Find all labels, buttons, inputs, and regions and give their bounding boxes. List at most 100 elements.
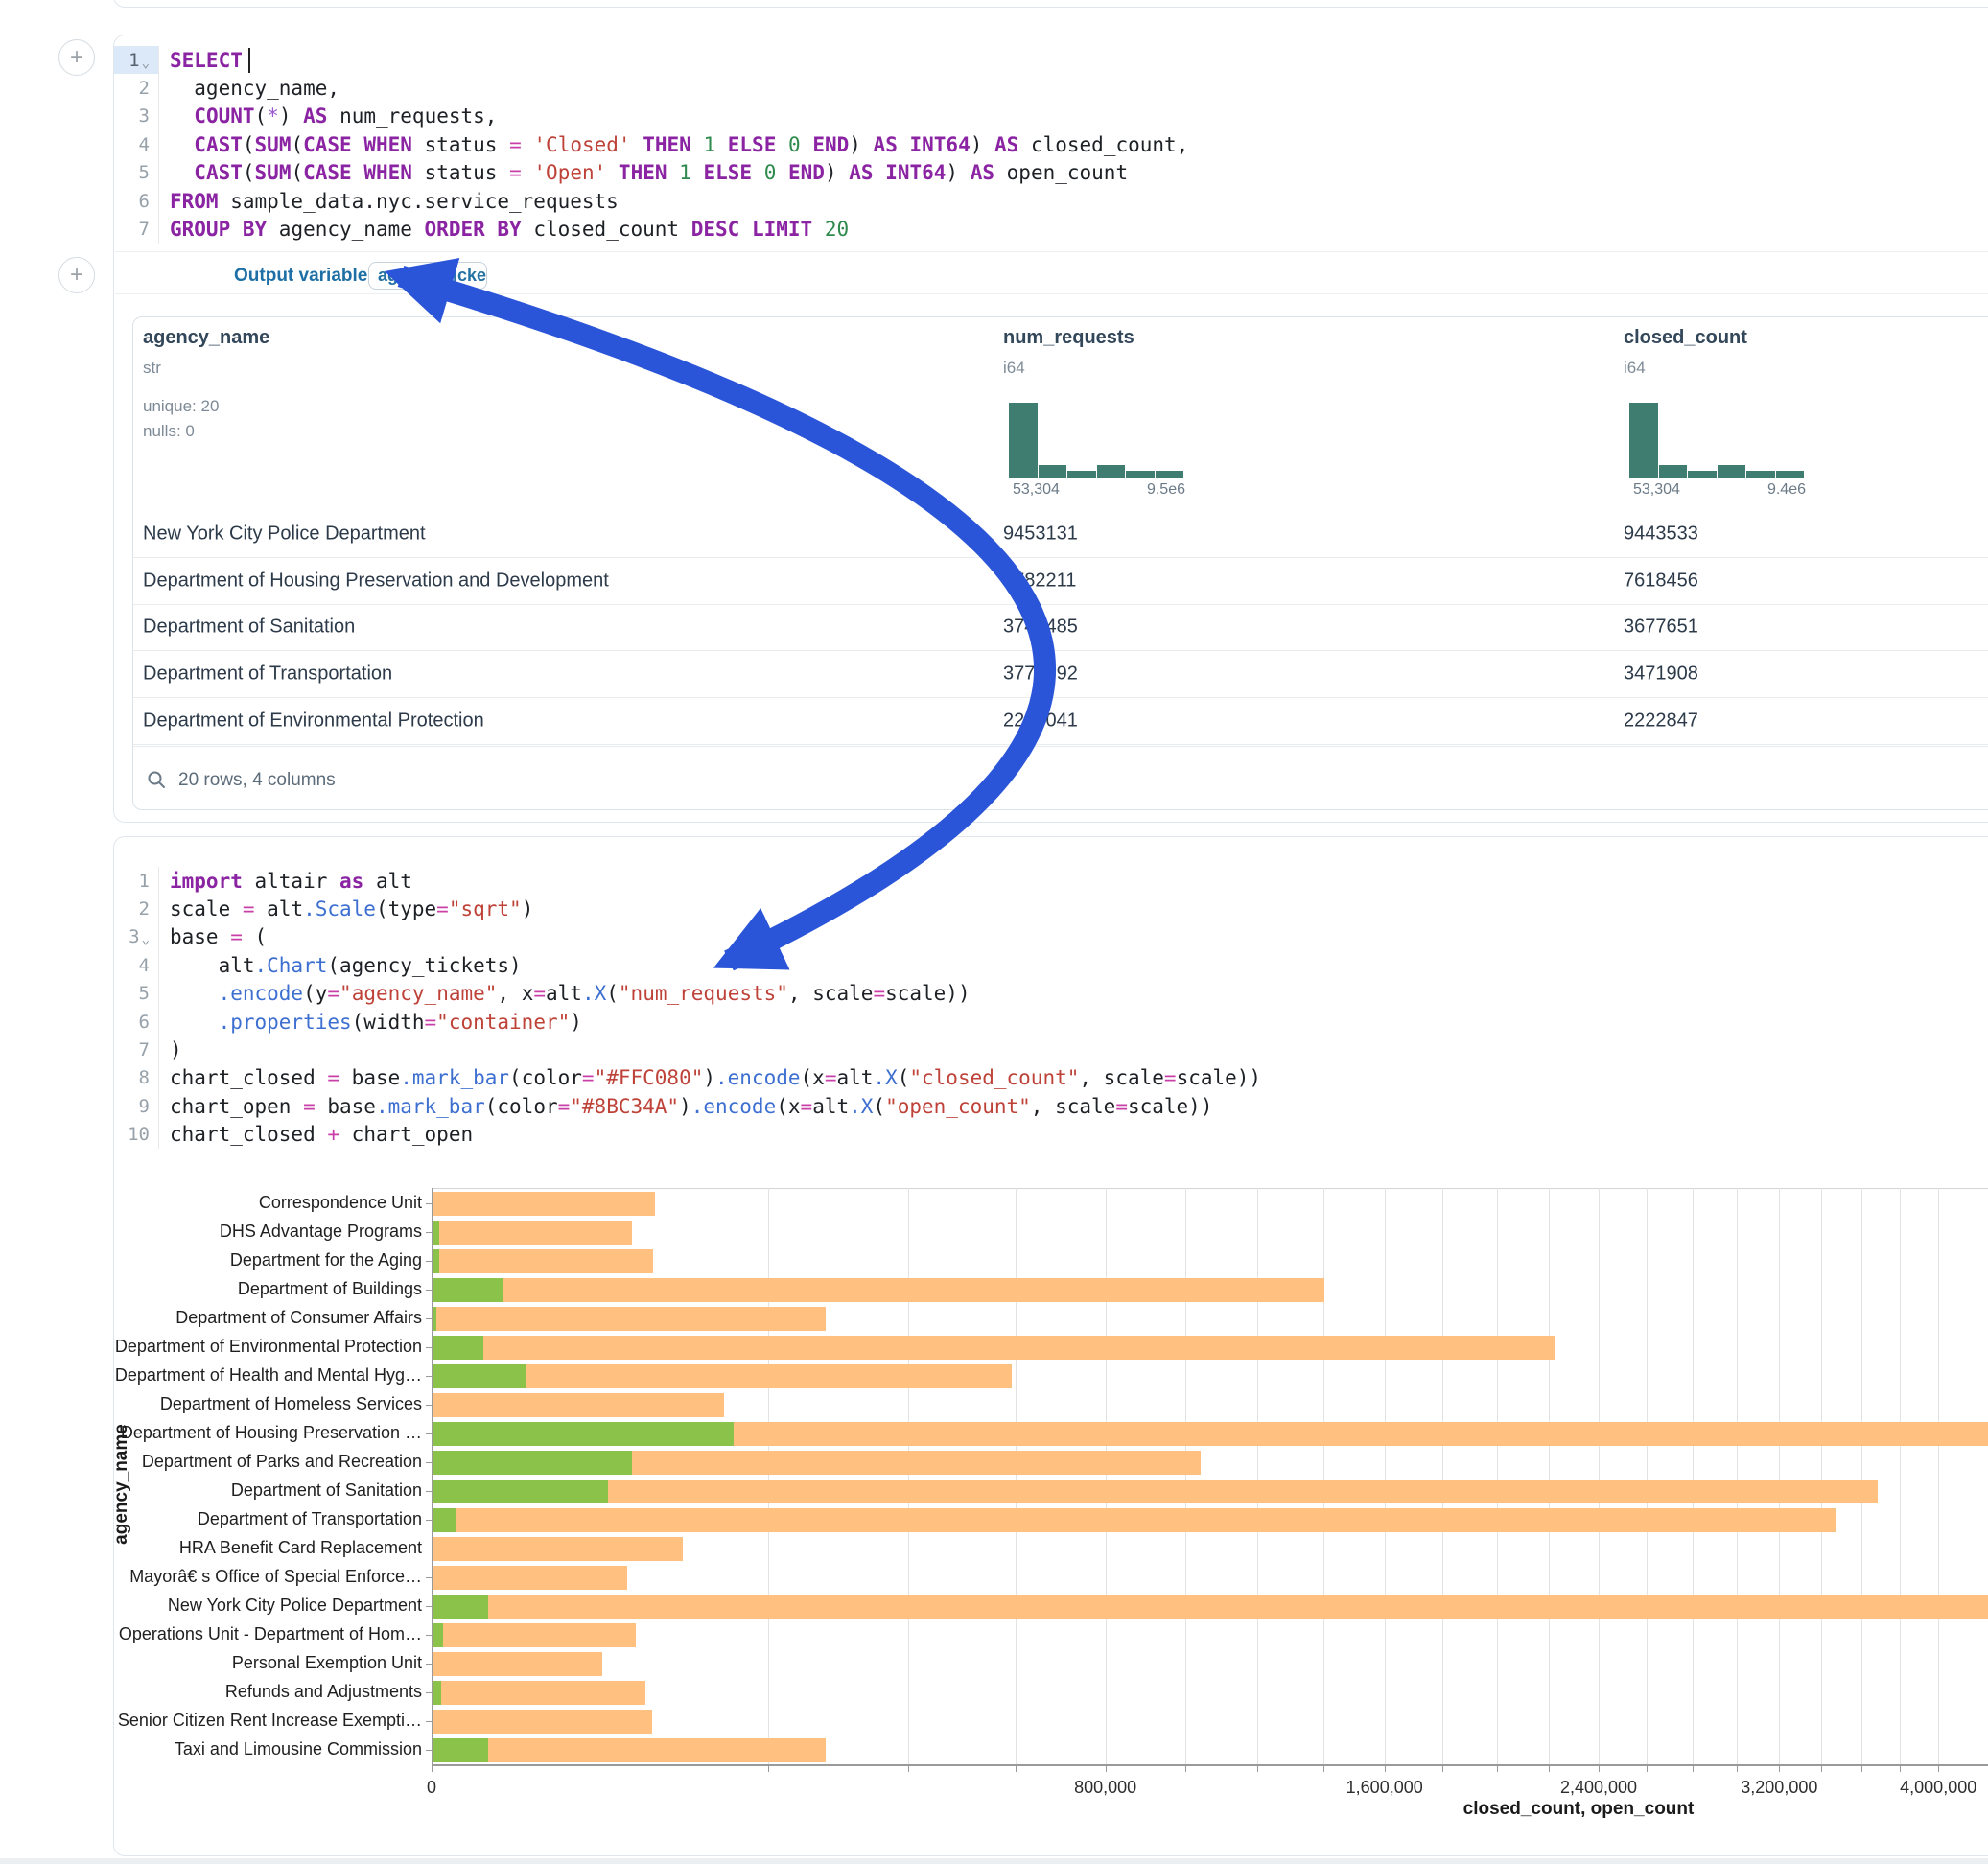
column-header: closed_count [1624,327,1747,349]
table-row[interactable]: Department of Housing Preservation and D… [133,558,1988,605]
bar-closed-count[interactable] [433,1393,724,1417]
code-line[interactable]: 6 .properties(width="container") [114,1008,1936,1036]
bar-open-count[interactable] [433,1738,488,1762]
bar-open-count[interactable] [433,1364,526,1388]
bar-open-count[interactable] [433,1480,608,1503]
line-number: 1 [114,867,158,895]
code-text: COUNT(*) AS num_requests, [158,103,497,130]
code-line[interactable]: 4 alt.Chart(agency_tickets) [114,951,1936,979]
table-cell: 3471908 [1624,664,1698,686]
bar-closed-count[interactable] [433,1221,632,1245]
bar-closed-count[interactable] [433,1681,645,1705]
code-text: chart_open = base.mark_bar(color="#8BC34… [158,1092,1212,1120]
column-type: i64 [1624,359,1646,378]
output-variable-pill[interactable]: agency_tickets [368,262,487,290]
histogram-bar [1097,465,1126,478]
code-text: CAST(SUM(CASE WHEN status = 'Open' THEN … [158,159,1128,187]
code-line[interactable]: 7GROUP BY agency_name ORDER BY closed_co… [114,215,1936,243]
line-number: 4 [114,951,158,979]
bar-closed-count[interactable] [433,1652,602,1676]
bar-closed-count[interactable] [433,1336,1555,1360]
table-row[interactable]: Department of Environmental Protection22… [133,698,1988,745]
fold-chevron-icon[interactable]: ⌄ [142,56,150,71]
histogram-bar [1688,471,1717,478]
code-text: scale = alt.Scale(type="sqrt") [158,895,533,922]
table-cell: 9453131 [1003,523,1078,545]
bar-closed-count[interactable] [433,1710,652,1734]
histogram-max-label: 9.4e6 [1767,481,1806,499]
column-stat: unique: 20 [143,397,219,416]
python-code-editor[interactable]: 1import altair as alt2scale = alt.Scale(… [114,867,1936,1149]
code-line[interactable]: 5 CAST(SUM(CASE WHEN status = 'Open' THE… [114,159,1936,187]
output-variable-label: Output variable: [234,266,374,287]
bar-closed-count[interactable] [433,1192,655,1216]
output-variable-value: agency_tickets [378,266,487,286]
bar-open-count[interactable] [433,1451,632,1475]
code-line[interactable]: 3 COUNT(*) AS num_requests, [114,103,1936,130]
sql-code-editor[interactable]: 1⌄SELECT2 agency_name,3 COUNT(*) AS num_… [114,46,1936,244]
bar-open-count[interactable] [433,1595,488,1619]
bar-open-count[interactable] [433,1221,439,1245]
column-header: num_requests [1003,327,1134,349]
bar-open-count[interactable] [433,1278,503,1302]
code-text: import altair as alt [158,867,412,895]
bar-open-count[interactable] [433,1508,456,1532]
line-number: 6 [114,1008,158,1036]
line-number: 5 [114,159,158,187]
histogram-bar [1126,471,1155,478]
bar-open-count[interactable] [433,1249,439,1273]
cell-gap [0,1858,1988,1864]
code-line[interactable]: 10chart_closed + chart_open [114,1121,1936,1149]
bar-closed-count[interactable] [433,1480,1878,1503]
histogram-bar [1039,465,1067,478]
plus-icon: + [70,262,83,288]
result-table[interactable]: agency_namestrunique: 20nulls: 0num_requ… [132,316,1988,810]
search-icon[interactable] [147,770,166,789]
table-cell: 2222847 [1624,711,1698,733]
add-cell-button-top[interactable]: + [58,39,95,76]
bar-closed-count[interactable] [433,1566,627,1590]
table-row[interactable]: Department of Transportation377489234719… [133,651,1988,698]
bar-open-count[interactable] [433,1681,441,1705]
code-line[interactable]: 1⌄SELECT [114,46,1936,74]
table-cell: 3749485 [1003,617,1078,639]
code-line[interactable]: 5 .encode(y="agency_name", x=alt.X("num_… [114,980,1936,1008]
divider [115,293,1988,294]
bar-closed-count[interactable] [433,1595,1988,1619]
bar-closed-count[interactable] [433,1508,1836,1532]
table-cell: 9443533 [1624,523,1698,545]
bar-open-count[interactable] [433,1422,734,1446]
code-line[interactable]: 4 CAST(SUM(CASE WHEN status = 'Closed' T… [114,130,1936,158]
bar-closed-count[interactable] [433,1307,826,1331]
code-line[interactable]: 8chart_closed = base.mark_bar(color="#FF… [114,1064,1936,1092]
table-row[interactable]: Department of Sanitation37494853677651 [133,605,1988,652]
code-line[interactable]: 2 agency_name, [114,74,1936,102]
bar-closed-count[interactable] [433,1738,826,1762]
bar-closed-count[interactable] [433,1249,653,1273]
bar-open-count[interactable] [433,1307,436,1331]
code-line[interactable]: 2scale = alt.Scale(type="sqrt") [114,895,1936,922]
table-row[interactable]: New York City Police Department945313194… [133,511,1988,558]
code-text: chart_closed = base.mark_bar(color="#FFC… [158,1064,1261,1092]
fold-chevron-icon[interactable]: ⌄ [142,932,150,947]
add-cell-button-output[interactable]: + [58,257,95,293]
bar-closed-count[interactable] [433,1537,683,1561]
bar-open-count[interactable] [433,1336,483,1360]
code-line[interactable]: 9chart_open = base.mark_bar(color="#8BC3… [114,1092,1936,1120]
histogram-bar [1067,471,1096,478]
code-line[interactable]: 1import altair as alt [114,867,1936,895]
table-cell: Department of Sanitation [143,617,355,639]
histogram-max-label: 9.5e6 [1147,481,1185,499]
code-line[interactable]: 6FROM sample_data.nyc.service_requests [114,187,1936,215]
text-cursor [248,48,250,73]
line-number: 5 [114,980,158,1008]
column-stat: nulls: 0 [143,422,195,441]
bar-open-count[interactable] [433,1623,443,1647]
code-text: ) [158,1036,182,1063]
bar-closed-count[interactable] [433,1623,636,1647]
bar-closed-count[interactable] [433,1278,1324,1302]
line-number: 9 [114,1092,158,1120]
code-line[interactable]: 7) [114,1036,1936,1063]
column-histogram: 53,3049.4e6 [1629,401,1806,478]
code-line[interactable]: 3⌄base = ( [114,923,1936,951]
